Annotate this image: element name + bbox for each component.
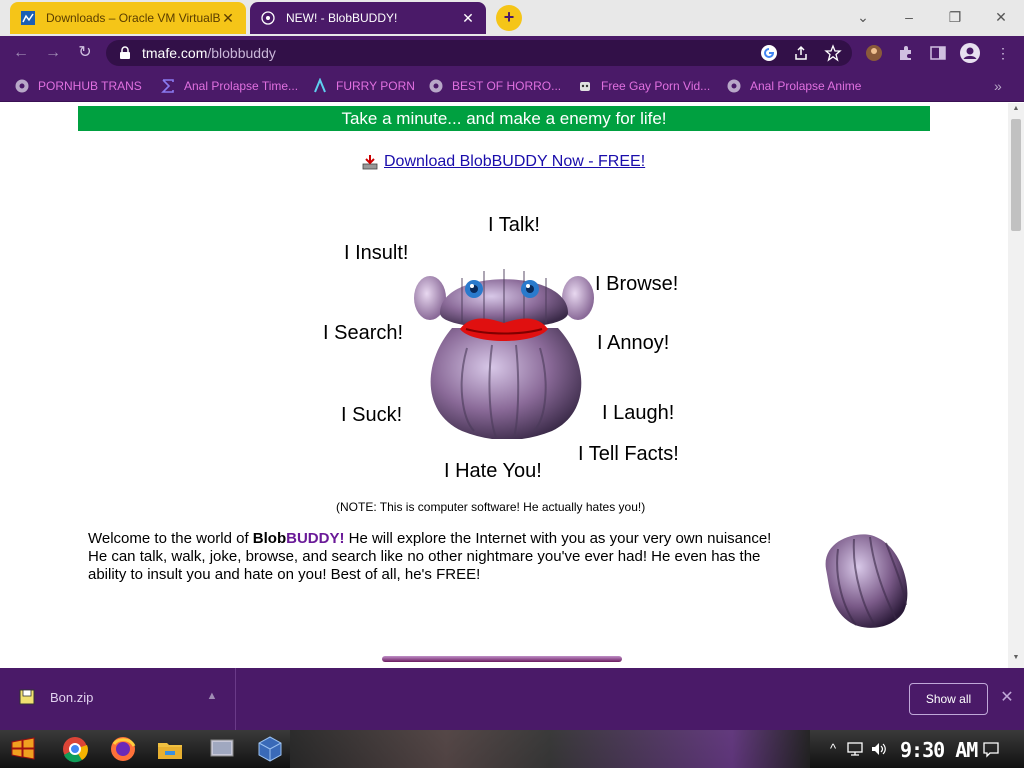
robot-icon <box>580 82 590 91</box>
bookmark-item[interactable]: FURRY PORN <box>312 77 415 95</box>
url-path: /blobbuddy <box>207 45 276 61</box>
profile-avatar-icon[interactable] <box>960 43 980 63</box>
download-icon <box>362 155 378 170</box>
volume-icon[interactable] <box>870 740 888 758</box>
decorative-divider <box>382 656 622 662</box>
forward-button[interactable]: → <box>42 42 64 64</box>
lambda-icon <box>314 78 326 93</box>
page-banner: Take a minute... and make a enemy for li… <box>78 106 930 131</box>
bookmark-label: Anal Prolapse Anime <box>750 79 862 93</box>
chrome-icon[interactable] <box>60 734 90 764</box>
sigma-icon <box>161 79 174 93</box>
tab-virtualbox-downloads[interactable]: Downloads – Oracle VM VirtualBox ✕ <box>10 2 246 34</box>
share-icon[interactable] <box>792 44 810 62</box>
close-icon[interactable]: ✕ <box>220 10 236 27</box>
back-button[interactable]: ← <box>10 42 32 64</box>
bookmark-item[interactable]: Free Gay Porn Vid... <box>577 77 710 95</box>
download-filename: Bon.zip <box>50 690 94 705</box>
network-icon[interactable] <box>846 740 864 758</box>
bubble-insult: I Insult! <box>344 242 409 264</box>
reload-button[interactable]: ↻ <box>74 42 96 64</box>
bookmark-item[interactable]: Anal Prolapse Time... <box>160 77 298 95</box>
side-panel-icon[interactable] <box>929 44 947 62</box>
restore-button[interactable]: ❐ <box>940 6 970 28</box>
bookmarks-overflow-button[interactable]: » <box>994 77 1002 95</box>
download-item[interactable]: Bon.zip ▲ <box>0 668 236 730</box>
virtualbox-icon <box>21 11 35 25</box>
download-link[interactable]: Download BlobBUDDY Now - FREE! <box>362 153 645 171</box>
download-link-text: Download BlobBUDDY Now - FREE! <box>384 153 646 170</box>
firefox-icon[interactable] <box>108 734 138 764</box>
tab-title: Downloads – Oracle VM VirtualBox <box>46 11 220 25</box>
show-all-button[interactable]: Show all <box>909 683 988 715</box>
blobbuddy-character-image <box>414 269 594 439</box>
globe-icon <box>15 79 29 93</box>
bubble-tell-facts: I Tell Facts! <box>578 443 679 465</box>
blobbuddy-small-image <box>825 534 908 628</box>
bubble-browse: I Browse! <box>595 273 679 295</box>
chevron-up-icon[interactable]: ▲ <box>204 688 220 704</box>
extensions-puzzle-icon[interactable] <box>897 44 915 62</box>
close-icon[interactable]: ✕ <box>460 10 476 27</box>
url-text[interactable]: tmafe.com/blobbuddy <box>142 45 276 61</box>
page-scrollbar[interactable]: ▲ ▼ <box>1008 103 1024 668</box>
scroll-down-arrow-icon[interactable]: ▼ <box>1008 654 1024 664</box>
brand-blob: Blob <box>252 530 287 547</box>
bubble-talk: I Talk! <box>488 214 540 236</box>
bubble-annoy: I Annoy! <box>597 332 670 354</box>
bookmark-label: PORNHUB TRANS <box>38 79 142 93</box>
welcome-paragraph: Welcome to the world of BlobBUDDY! He wi… <box>88 530 788 584</box>
taskbar-clock[interactable]: 9:30 AM <box>900 738 978 762</box>
close-icon[interactable]: ✕ <box>998 689 1016 707</box>
notification-icon[interactable] <box>982 740 1000 758</box>
windows-taskbar: ^ 9:30 AM <box>0 730 1024 768</box>
tab-strip: Downloads – Oracle VM VirtualBox ✕ NEW! … <box>0 0 1024 36</box>
bubble-search: I Search! <box>323 322 404 344</box>
start-button-icon[interactable] <box>8 734 38 764</box>
tab-blobbuddy[interactable]: NEW! - BlobBUDDY! ✕ <box>250 2 486 34</box>
bubble-suck: I Suck! <box>341 404 403 426</box>
tab-search-dropdown-icon[interactable]: ⌄ <box>848 6 878 28</box>
taskbar-wallpaper-art <box>290 730 810 768</box>
bookmark-label: Free Gay Porn Vid... <box>601 79 711 93</box>
bookmark-item[interactable]: PORNHUB TRANS <box>14 77 142 95</box>
extension-avatar-icon[interactable] <box>865 44 883 62</box>
note-text: (NOTE: This is computer software! He act… <box>336 500 646 514</box>
welcome-intro: Welcome to the world of <box>88 530 253 547</box>
url-domain: tmafe.com <box>142 45 208 61</box>
globe-icon <box>261 11 275 25</box>
bookmark-label: FURRY PORN <box>336 79 415 93</box>
virtualbox-taskbar-icon[interactable] <box>255 734 285 764</box>
bookmark-label: Anal Prolapse Time... <box>184 79 299 93</box>
file-explorer-icon[interactable] <box>155 734 185 764</box>
address-bar[interactable]: tmafe.com/blobbuddy <box>106 40 852 66</box>
brand-buddy: BUDDY! <box>286 530 345 547</box>
scrollbar-thumb[interactable] <box>1011 119 1021 231</box>
bubble-hate-you: I Hate You! <box>444 460 542 482</box>
bookmark-star-icon[interactable] <box>824 44 842 62</box>
minimize-button[interactable]: – <box>894 6 924 28</box>
browser-toolbar: ← → ↻ tmafe.com/blobbuddy ⋮ <box>0 36 1024 70</box>
display-settings-icon[interactable] <box>207 734 237 764</box>
lock-icon[interactable] <box>118 46 132 60</box>
globe-icon <box>727 79 741 93</box>
tray-overflow-icon[interactable]: ^ <box>824 740 842 758</box>
menu-icon[interactable]: ⋮ <box>994 44 1012 62</box>
web-page: Take a minute... and make a enemy for li… <box>0 103 1008 668</box>
new-tab-button[interactable]: + <box>496 5 522 31</box>
globe-icon <box>429 79 443 93</box>
zip-file-icon <box>19 689 35 705</box>
bookmark-item[interactable]: BEST OF HORRO... <box>428 77 561 95</box>
scroll-up-arrow-icon[interactable]: ▲ <box>1008 105 1024 115</box>
bookmarks-bar: PORNHUB TRANS Anal Prolapse Time... FURR… <box>0 70 1024 102</box>
bookmark-item[interactable]: Anal Prolapse Anime <box>726 77 861 95</box>
download-shelf: Bon.zip ▲ Show all ✕ <box>0 668 1024 730</box>
google-icon[interactable] <box>760 44 778 62</box>
window-close-button[interactable]: ✕ <box>986 6 1016 28</box>
bubble-laugh: I Laugh! <box>602 402 675 424</box>
bookmark-label: BEST OF HORRO... <box>452 79 562 93</box>
tab-title: NEW! - BlobBUDDY! <box>286 11 398 25</box>
